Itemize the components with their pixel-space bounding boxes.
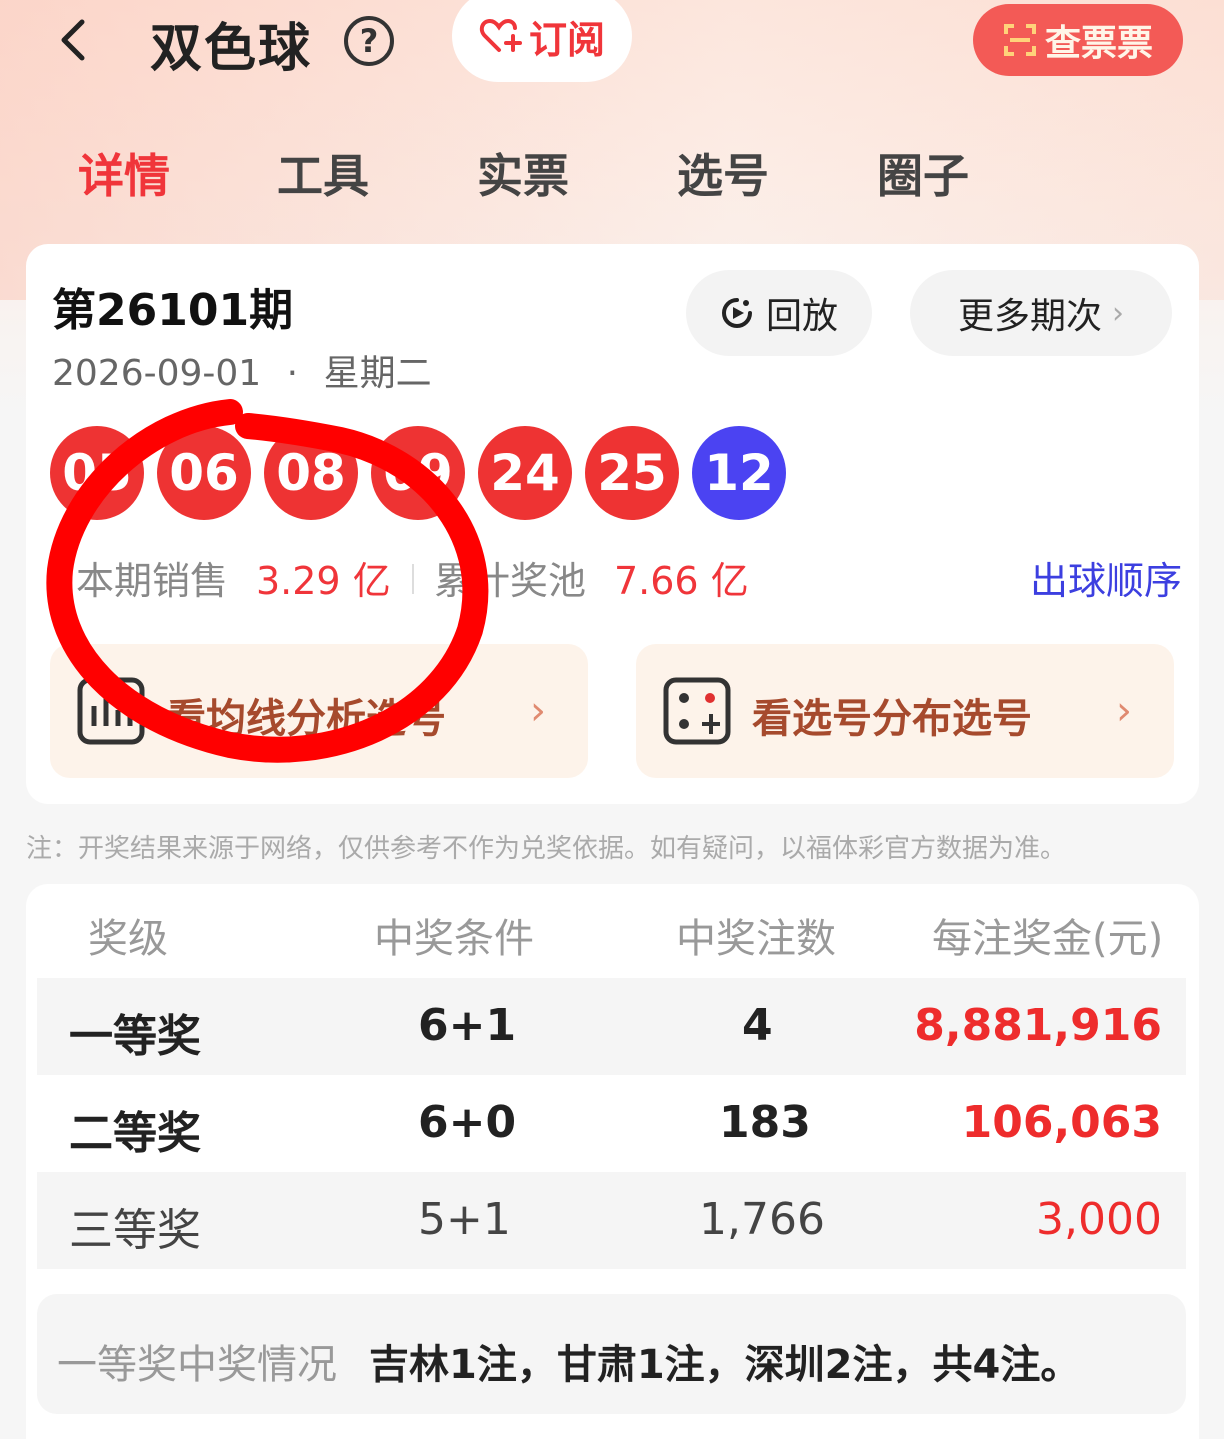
- more-issues-button[interactable]: 更多期次 ›: [910, 270, 1172, 356]
- prize-level: 一等奖: [69, 1011, 201, 1062]
- column-header: 中奖条件: [374, 916, 534, 962]
- chart-icon: [77, 677, 145, 745]
- pool-value: 7.66 亿: [614, 559, 749, 603]
- draw-date: 2026-09-01: [52, 353, 262, 394]
- tab-tools[interactable]: 工具: [277, 140, 369, 206]
- prize-condition: 6+0: [418, 1097, 517, 1148]
- page-title: 双色球: [150, 19, 313, 79]
- chevron-left-icon: [61, 19, 85, 61]
- scan-icon: [1003, 24, 1036, 56]
- red-ball: 06: [157, 426, 251, 520]
- sales-value: 3.29 亿: [256, 559, 391, 603]
- help-icon[interactable]: ?: [344, 16, 394, 66]
- prize-count: 183: [719, 1097, 811, 1148]
- column-header: 奖级: [88, 916, 168, 962]
- divider: [412, 564, 414, 594]
- tab-pick-numbers[interactable]: 选号: [677, 140, 769, 206]
- prize-level: 二等奖: [69, 1108, 201, 1159]
- sales-info-row: 本期销售 3.29 亿 累计奖池 7.66 亿 出球顺序: [52, 544, 1182, 604]
- column-header: 中奖注数: [676, 916, 836, 962]
- ball-order-link[interactable]: 出球顺序: [1030, 550, 1182, 605]
- heart-plus-icon: [479, 18, 522, 52]
- replay-button[interactable]: 回放: [686, 270, 872, 356]
- red-ball: 25: [585, 426, 679, 520]
- prize-level: 三等奖: [69, 1205, 201, 1256]
- red-ball: 24: [478, 426, 572, 520]
- check-ticket-button[interactable]: 查票票: [973, 4, 1183, 76]
- issue-number: 第26101期: [52, 285, 294, 336]
- subscribe-button[interactable]: 订阅: [452, 0, 632, 82]
- date-separator: ·: [286, 353, 299, 394]
- disclaimer-note: 注：开奖结果来源于网络，仅供参考不作为兑奖依据。如有疑问，以福体彩官方数据为准。: [26, 834, 1067, 864]
- prize-condition: 5+1: [418, 1194, 511, 1245]
- replay-label: 回放: [765, 296, 838, 337]
- prize-count: 4: [742, 1000, 773, 1051]
- draw-result-card: 第26101期 2026-09-01 · 星期二 回放 更多期次 › 05 06…: [26, 244, 1199, 804]
- red-ball: 09: [371, 426, 465, 520]
- chevron-right-icon: ›: [1112, 295, 1124, 331]
- first-prize-label: 一等奖中奖情况: [57, 1342, 337, 1388]
- first-prize-detail: 吉林1注，甘肃1注，深圳2注，共4注。: [369, 1342, 1081, 1388]
- moving-average-label: 看均线分析选号: [166, 696, 446, 742]
- table-row: 三等奖 5+1 1,766 3,000: [37, 1172, 1186, 1269]
- check-ticket-label: 查票票: [1044, 23, 1153, 64]
- tab-details[interactable]: 详情: [78, 140, 170, 206]
- draw-date-line: 2026-09-01 · 星期二: [52, 344, 432, 396]
- prize-amount: 8,881,916: [914, 1000, 1162, 1051]
- prize-amount: 3,000: [1036, 1194, 1162, 1245]
- draw-weekday: 星期二: [323, 353, 432, 394]
- distribution-label: 看选号分布选号: [752, 696, 1032, 742]
- tab-community[interactable]: 圈子: [877, 140, 969, 206]
- prize-table: 奖级 中奖条件 中奖注数 每注奖金(元) 一等奖 6+1 4 8,881,916…: [26, 884, 1199, 1439]
- more-issues-label: 更多期次: [957, 296, 1102, 337]
- distribution-analysis-button[interactable]: 看选号分布选号 ›: [636, 644, 1174, 778]
- subscribe-label: 订阅: [528, 17, 605, 62]
- replay-icon: [721, 298, 752, 328]
- tab-bar: 详情 工具 实票 选号 圈子: [0, 140, 1224, 220]
- sales-label: 本期销售: [76, 559, 229, 603]
- prize-condition: 6+1: [418, 1000, 517, 1051]
- prize-count: 1,766: [699, 1194, 825, 1245]
- red-ball: 08: [264, 426, 358, 520]
- column-header: 每注奖金(元): [932, 916, 1164, 962]
- back-button[interactable]: [52, 14, 96, 66]
- red-ball: 05: [50, 426, 144, 520]
- pool-label: 累计奖池: [434, 559, 587, 603]
- first-prize-winners: 一等奖中奖情况 吉林1注，甘肃1注，深圳2注，共4注。: [37, 1294, 1186, 1414]
- table-row: 二等奖 6+0 183 106,063: [37, 1075, 1186, 1172]
- app-header: 双色球 ? 订阅 查票票: [0, 0, 1224, 90]
- moving-average-analysis-button[interactable]: 看均线分析选号 ›: [50, 644, 588, 778]
- tab-real-tickets[interactable]: 实票: [477, 140, 569, 206]
- table-row: 一等奖 6+1 4 8,881,916: [37, 978, 1186, 1075]
- blue-ball: 12: [692, 426, 786, 520]
- prize-amount: 106,063: [961, 1097, 1162, 1148]
- dice-icon: [663, 677, 731, 745]
- chevron-right-icon: ›: [530, 688, 546, 734]
- chevron-right-icon: ›: [1116, 688, 1132, 734]
